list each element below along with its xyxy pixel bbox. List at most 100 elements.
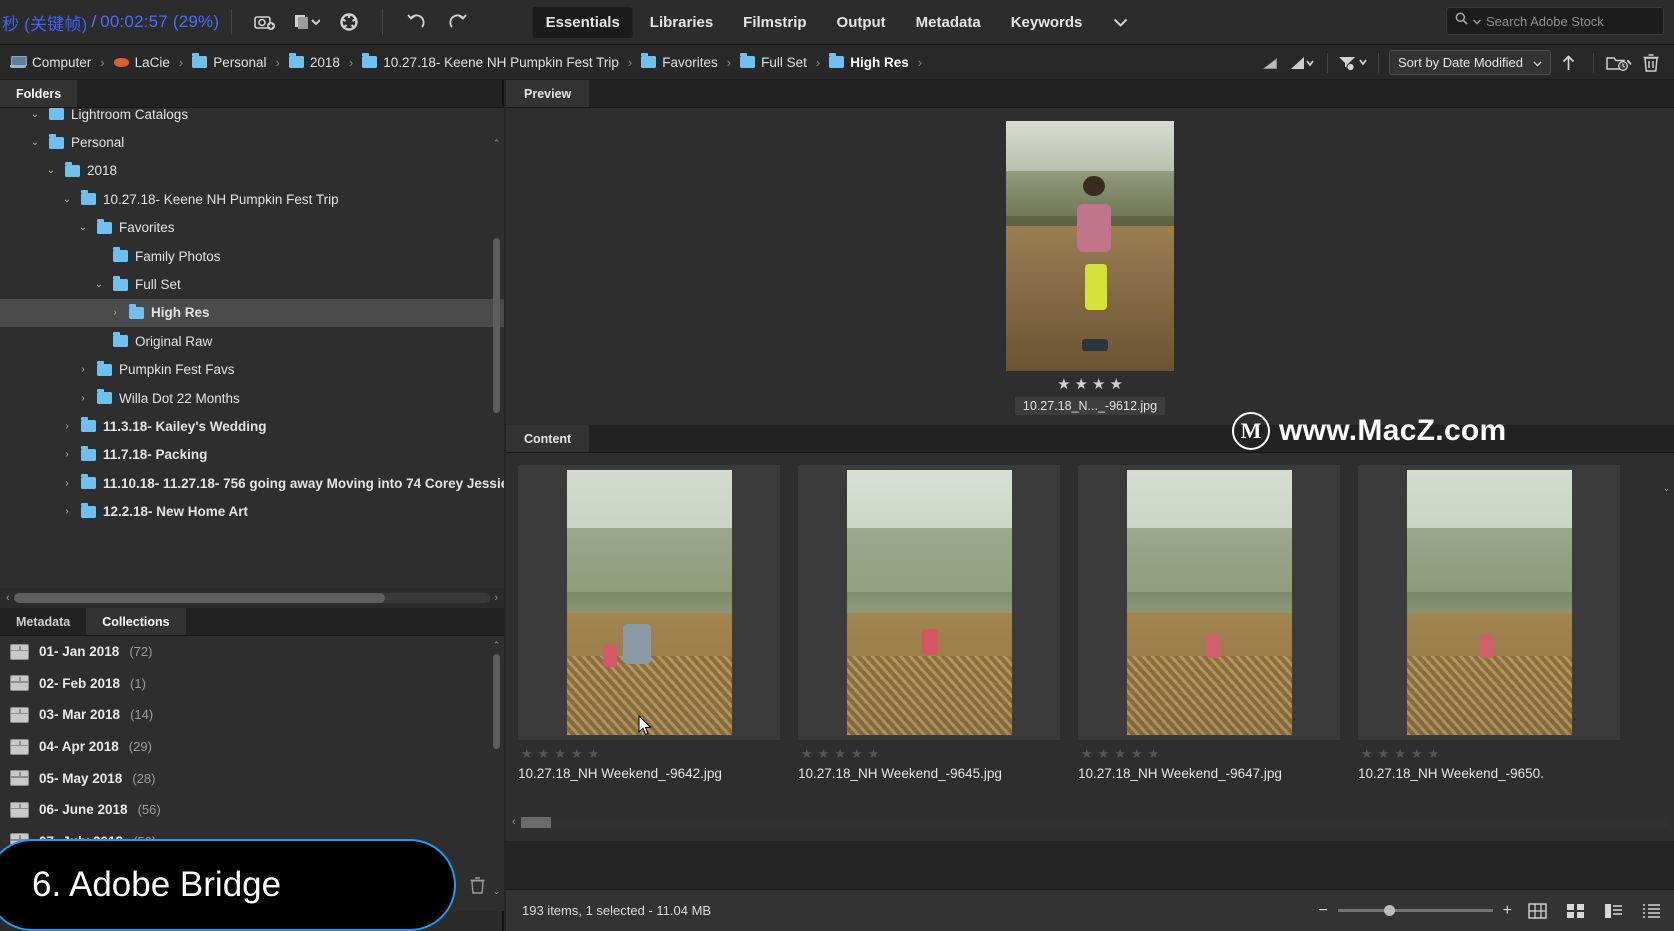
chevron-down-icon[interactable]: ⌄ bbox=[92, 279, 106, 290]
content-hscroll-track[interactable] bbox=[520, 816, 1668, 828]
search-input[interactable] bbox=[1486, 13, 1655, 29]
folder-tree-row[interactable]: ⌄ Lightroom Catalogs bbox=[0, 108, 504, 128]
arrow-up-icon[interactable] bbox=[1553, 50, 1583, 76]
workspace-tab-filmstrip[interactable]: Filmstrip bbox=[730, 7, 819, 38]
collection-row[interactable]: 05- May 2018 (28) bbox=[0, 762, 504, 794]
redo-icon[interactable] bbox=[443, 7, 473, 37]
scroll-up-arrow[interactable]: ⌄ bbox=[1662, 483, 1671, 493]
breadcrumb-high-res[interactable]: High Res bbox=[825, 53, 913, 72]
sort-select[interactable]: Sort by Date Modified bbox=[1388, 50, 1551, 75]
chevron-right-icon[interactable]: › bbox=[60, 449, 74, 460]
star-icon[interactable]: ★ bbox=[538, 747, 550, 760]
thumbnail-cell[interactable]: ★ ★ ★ ★ ★ 10.27.18_NH Weekend_-9647.jpg bbox=[1078, 465, 1340, 781]
thumbnail-size-slider[interactable]: − + bbox=[1318, 902, 1512, 920]
rating-filter-icon[interactable] bbox=[1255, 50, 1285, 76]
scroll-left-arrow[interactable]: ‹ bbox=[6, 592, 10, 604]
slider-knob[interactable] bbox=[1383, 905, 1395, 916]
folder-tree-row[interactable]: ⌄ Personal bbox=[0, 128, 504, 156]
star-icon[interactable]: ★ bbox=[1092, 377, 1105, 392]
folder-tree-row[interactable]: › Willa Dot 22 Months bbox=[0, 384, 504, 412]
folder-tree-row[interactable]: ⌄ 2018 bbox=[0, 157, 504, 185]
star-icon[interactable]: ★ bbox=[1148, 747, 1160, 760]
thumbnail-rating[interactable]: ★ ★ ★ ★ ★ bbox=[801, 747, 1060, 760]
folder-tree-row[interactable]: › 11.7.18- Packing bbox=[0, 441, 504, 469]
collection-row[interactable]: 02- Feb 2018 (1) bbox=[0, 668, 504, 700]
details-view-icon[interactable] bbox=[1600, 900, 1626, 922]
chevron-right-icon[interactable]: › bbox=[60, 506, 74, 517]
star-icon[interactable]: ★ bbox=[868, 747, 880, 760]
star-icon[interactable]: ★ bbox=[1114, 747, 1126, 760]
folders-scrollbar[interactable]: ⌃ ⌄ bbox=[491, 138, 502, 588]
zoom-in-button[interactable]: + bbox=[1503, 902, 1512, 920]
thumbnail-view-icon[interactable] bbox=[1562, 900, 1588, 922]
zoom-out-button[interactable]: − bbox=[1318, 902, 1327, 920]
thumbnail-cell[interactable]: ★ ★ ★ ★ ★ 10.27.18_NH Weekend_-9650. bbox=[1358, 465, 1620, 781]
content-horizontal-scrollbar[interactable]: ‹ bbox=[506, 813, 1674, 831]
hscroll-track[interactable] bbox=[13, 593, 491, 603]
workspace-tab-output[interactable]: Output bbox=[824, 7, 899, 38]
star-icon[interactable]: ★ bbox=[1411, 747, 1423, 760]
thumbnail-image[interactable] bbox=[518, 465, 780, 740]
star-icon[interactable]: ★ bbox=[1098, 747, 1110, 760]
list-view-icon[interactable] bbox=[1638, 900, 1664, 922]
thumbnail-cell[interactable]: ★ ★ ★ ★ ★ 10.27.18_NH Weekend_-9645.jpg bbox=[798, 465, 1060, 781]
content-scrollbar[interactable]: ⌄ bbox=[1661, 483, 1672, 838]
thumbnail-grid[interactable]: ★ ★ ★ ★ ★ 10.27.18_NH Weekend_-9642.jpg ★ ★ ★ ★ ★ 1… bbox=[518, 465, 1620, 781]
collections-scrollbar-thumb[interactable] bbox=[493, 654, 500, 749]
chevron-right-icon[interactable]: › bbox=[60, 478, 74, 489]
chevron-right-icon[interactable]: › bbox=[60, 421, 74, 432]
breadcrumb-full-set[interactable]: Full Set bbox=[736, 53, 811, 72]
star-icon[interactable]: ★ bbox=[801, 747, 813, 760]
breadcrumb-trip[interactable]: 10.27.18- Keene NH Pumpkin Fest Trip bbox=[358, 53, 623, 72]
tab-content[interactable]: Content bbox=[506, 425, 590, 452]
star-icon[interactable]: ★ bbox=[1131, 747, 1143, 760]
star-icon[interactable]: ★ bbox=[834, 747, 846, 760]
slider-track[interactable] bbox=[1337, 905, 1493, 916]
star-icon[interactable]: ★ bbox=[1361, 747, 1373, 760]
star-icon[interactable]: ★ bbox=[818, 747, 830, 760]
folders-horizontal-scrollbar[interactable]: ‹ › bbox=[0, 588, 504, 608]
folder-tree-row[interactable]: › 11.10.18- 11.27.18- 756 going away Movi… bbox=[0, 469, 504, 497]
filter-sort-icon[interactable] bbox=[1287, 50, 1317, 76]
hscroll-thumb[interactable] bbox=[13, 593, 386, 603]
thumbnail-image[interactable] bbox=[1078, 465, 1340, 740]
chevron-down-icon[interactable]: ⌄ bbox=[60, 194, 74, 205]
folders-scrollbar-thumb[interactable] bbox=[493, 238, 500, 413]
scroll-down-arrow[interactable]: ⌄ bbox=[492, 886, 501, 896]
search-adobe-stock-box[interactable] bbox=[1446, 7, 1664, 35]
scroll-up-arrow[interactable]: ⌃ bbox=[492, 640, 501, 650]
chevron-down-icon[interactable]: ⌄ bbox=[76, 222, 90, 233]
collections-scrollbar[interactable]: ⌃ ⌄ bbox=[491, 640, 502, 896]
filter-star-icon[interactable] bbox=[1338, 50, 1368, 76]
breadcrumb-2018[interactable]: 2018 bbox=[285, 53, 344, 72]
scroll-up-arrow[interactable]: ⌃ bbox=[492, 138, 501, 148]
breadcrumb-favorites[interactable]: Favorites bbox=[637, 53, 722, 72]
chevron-down-icon[interactable]: ⌄ bbox=[44, 165, 58, 176]
breadcrumb-personal[interactable]: Personal bbox=[188, 53, 270, 72]
refresh-icon[interactable] bbox=[334, 7, 364, 37]
star-icon[interactable]: ★ bbox=[588, 747, 600, 760]
grid-view-icon[interactable] bbox=[1524, 900, 1550, 922]
chevron-right-icon[interactable]: › bbox=[76, 393, 90, 404]
workspace-tab-essentials[interactable]: Essentials bbox=[532, 6, 633, 38]
thumbnail-image[interactable] bbox=[798, 465, 1060, 740]
folders-tree[interactable]: ⌄ Lightroom Catalogs ⌄ Personal ⌄ 2018 ⌄ 10.27.… bbox=[0, 108, 504, 588]
star-icon[interactable]: ★ bbox=[554, 747, 566, 760]
folder-tree-row[interactable]: › High Res bbox=[0, 298, 504, 328]
folder-tree-row[interactable]: ⌄ 10.27.18- Keene NH Pumpkin Fest Trip bbox=[0, 185, 504, 213]
scroll-left-arrow[interactable]: ‹ bbox=[512, 816, 516, 828]
folder-tree-row[interactable]: › 11.3.18- Kailey's Wedding bbox=[0, 412, 504, 440]
preview-image[interactable] bbox=[1006, 121, 1174, 371]
thumbnail-rating[interactable]: ★ ★ ★ ★ ★ bbox=[521, 747, 780, 760]
scroll-right-arrow[interactable]: › bbox=[494, 592, 498, 604]
breadcrumb-computer[interactable]: Computer bbox=[6, 53, 95, 72]
star-icon[interactable]: ★ bbox=[571, 747, 583, 760]
folder-tree-row[interactable]: › Pumpkin Fest Favs bbox=[0, 356, 504, 384]
new-folder-icon[interactable] bbox=[1604, 50, 1634, 76]
breadcrumb-lacie[interactable]: LaCie bbox=[110, 53, 174, 72]
workspace-tab-metadata[interactable]: Metadata bbox=[903, 7, 994, 38]
star-icon[interactable]: ★ bbox=[1057, 377, 1070, 392]
collection-row[interactable]: 03- Mar 2018 (14) bbox=[0, 699, 504, 731]
star-icon[interactable]: ★ bbox=[1075, 377, 1088, 392]
folder-tree-row[interactable]: Family Photos bbox=[0, 242, 504, 270]
